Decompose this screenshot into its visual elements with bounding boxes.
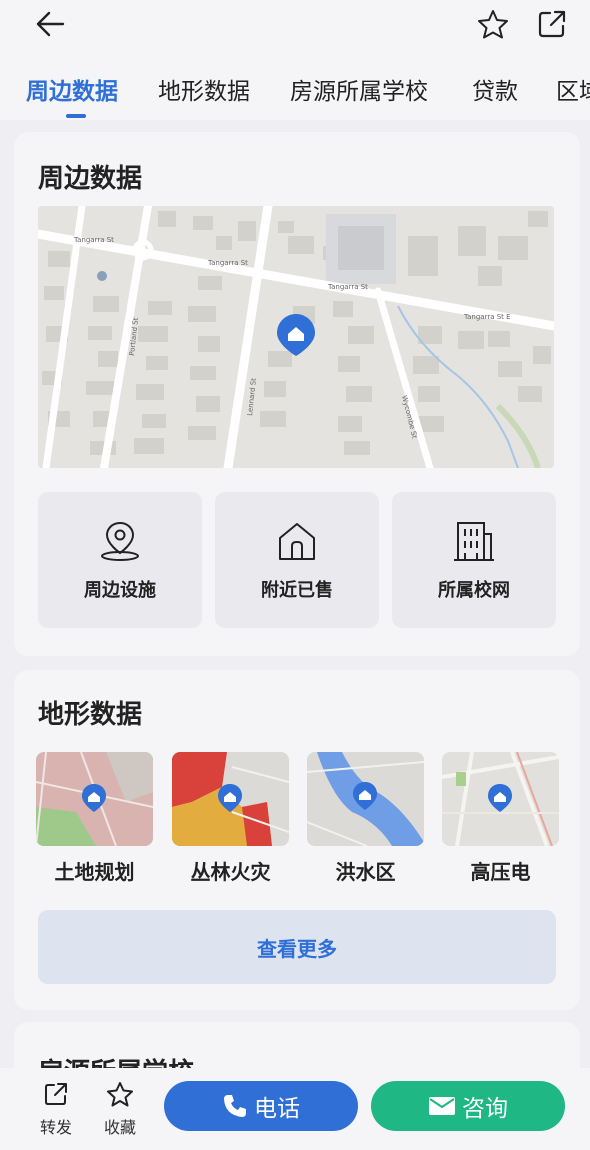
share-icon[interactable] xyxy=(534,6,570,42)
terrain-high-voltage[interactable]: 高压电 xyxy=(442,752,559,885)
terrain-label: 高压电 xyxy=(470,860,531,884)
bottom-action-bar: 转发 收藏 电话 咨询 xyxy=(0,1068,590,1150)
house-icon xyxy=(215,520,379,562)
tab-loan[interactable]: 贷款 xyxy=(472,72,518,106)
terrain-title: 地形数据 xyxy=(38,700,143,730)
tab-school[interactable]: 房源所属学校 xyxy=(290,72,428,106)
favorite-label: 收藏 xyxy=(103,1118,136,1137)
facility-nearby-sold[interactable]: 附近已售 xyxy=(215,492,379,628)
terrain-label: 土地规划 xyxy=(54,860,135,884)
map-street-label: Tangarra St xyxy=(327,283,368,291)
mail-icon xyxy=(428,1095,456,1117)
tab-bar: 周边数据 地形数据 房源所属学校 贷款 区域 xyxy=(0,60,590,120)
consult-button[interactable]: 咨询 xyxy=(371,1081,565,1131)
back-arrow-icon[interactable] xyxy=(30,6,70,42)
share-button[interactable]: 转发 xyxy=(34,1078,78,1138)
call-button[interactable]: 电话 xyxy=(164,1081,358,1131)
tab-terrain[interactable]: 地形数据 xyxy=(158,72,250,106)
active-tab-indicator xyxy=(66,114,86,118)
call-label: 电话 xyxy=(254,1096,300,1122)
facility-surrounding[interactable]: 周边设施 xyxy=(38,492,202,628)
bushfire-thumbnail xyxy=(172,752,289,846)
facility-label: 周边设施 xyxy=(84,580,156,601)
facility-school-zone[interactable]: 所属校网 xyxy=(392,492,556,628)
map-street-label: Tangarra St E xyxy=(463,313,511,321)
top-bar: 周边数据 地形数据 房源所属学校 贷款 区域 xyxy=(0,0,590,120)
high-voltage-thumbnail xyxy=(442,752,559,846)
location-pin-icon xyxy=(38,520,202,562)
terrain-label: 丛林火灾 xyxy=(190,860,271,884)
tab-surrounding[interactable]: 周边数据 xyxy=(26,72,118,106)
terrain-flood-zone[interactable]: 洪水区 xyxy=(307,752,424,885)
map-street-label: Tangarra St xyxy=(207,259,248,267)
building-icon xyxy=(392,520,556,562)
facility-label: 附近已售 xyxy=(261,580,333,601)
surrounding-card: 周边数据 Tangarra St Tangarra St Tangarra St… xyxy=(14,132,580,656)
terrain-card: 地形数据 土地规划 丛林火灾 洪水区 高压电 查看更多 xyxy=(14,670,580,1010)
map-street-label: Tangarra St xyxy=(73,236,114,244)
terrain-bushfire[interactable]: 丛林火灾 xyxy=(172,752,289,885)
view-more-button[interactable]: 查看更多 xyxy=(38,910,556,984)
land-planning-thumbnail xyxy=(36,752,153,846)
tab-area[interactable]: 区域 xyxy=(556,72,590,106)
facility-label: 所属校网 xyxy=(438,580,510,601)
surrounding-title: 周边数据 xyxy=(38,164,143,194)
consult-label: 咨询 xyxy=(462,1096,508,1122)
favorite-button[interactable]: 收藏 xyxy=(98,1078,142,1138)
terrain-label: 洪水区 xyxy=(335,860,396,884)
star-icon xyxy=(98,1078,142,1110)
phone-icon xyxy=(222,1093,248,1119)
star-icon[interactable] xyxy=(475,6,511,42)
share-label: 转发 xyxy=(39,1118,72,1137)
share-icon xyxy=(34,1078,78,1110)
flood-zone-thumbnail xyxy=(307,752,424,846)
terrain-land-planning[interactable]: 土地规划 xyxy=(36,752,153,885)
surrounding-map[interactable]: Tangarra St Tangarra St Tangarra St Tang… xyxy=(38,206,554,468)
